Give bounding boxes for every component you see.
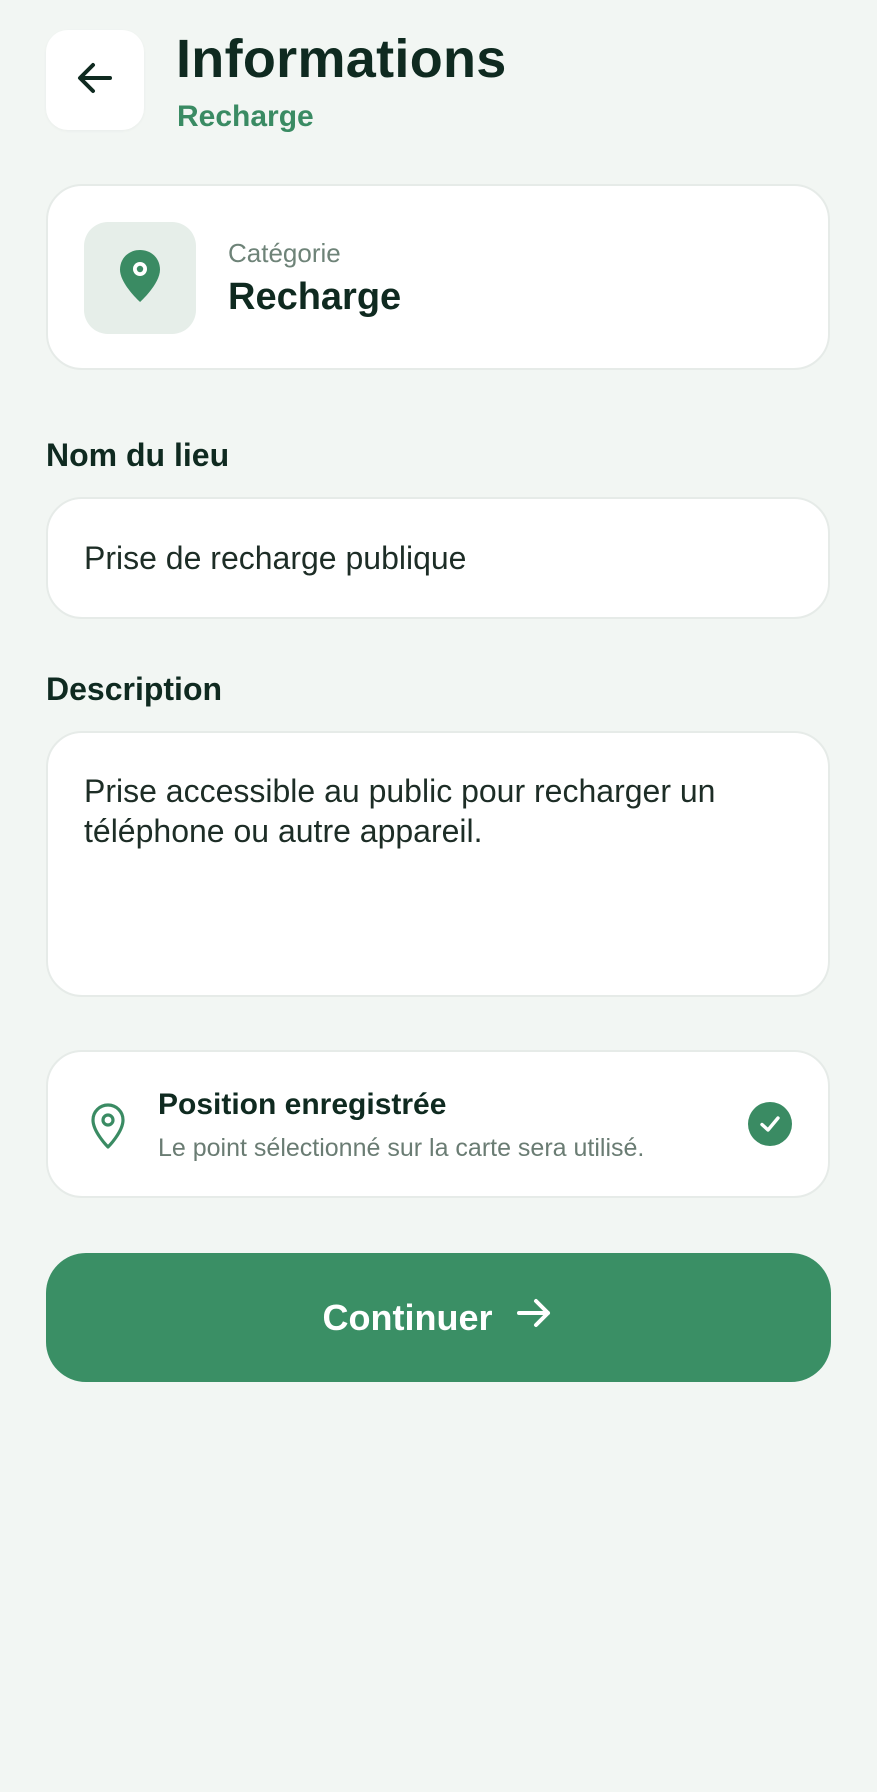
position-title: Position enregistrée <box>158 1088 447 1121</box>
position-card: Position enregistrée Le point sélectionn… <box>46 1050 830 1198</box>
map-pin-outline-icon <box>90 1102 126 1155</box>
back-button[interactable] <box>46 30 144 130</box>
check-circle-icon <box>748 1102 792 1146</box>
place-name-input[interactable] <box>46 497 830 619</box>
position-description: Le point sélectionné sur la carte sera u… <box>158 1134 645 1162</box>
page-subtitle: Recharge <box>177 100 314 133</box>
map-pin-icon <box>118 248 162 309</box>
header: Informations Recharge <box>46 29 831 133</box>
name-field-label: Nom du lieu <box>46 437 230 473</box>
category-label: Catégorie <box>228 238 341 268</box>
category-icon-box <box>84 222 196 334</box>
category-card: Catégorie Recharge <box>46 184 830 370</box>
continue-label: Continuer <box>322 1296 493 1338</box>
description-field-label: Description <box>46 671 223 707</box>
page-title: Informations <box>176 29 507 89</box>
category-value: Recharge <box>228 276 402 318</box>
arrow-left-icon <box>72 55 118 106</box>
description-textarea[interactable]: Prise accessible au public pour recharge… <box>46 731 830 997</box>
arrow-right-icon <box>514 1293 554 1342</box>
continue-button[interactable]: Continuer <box>46 1253 831 1382</box>
